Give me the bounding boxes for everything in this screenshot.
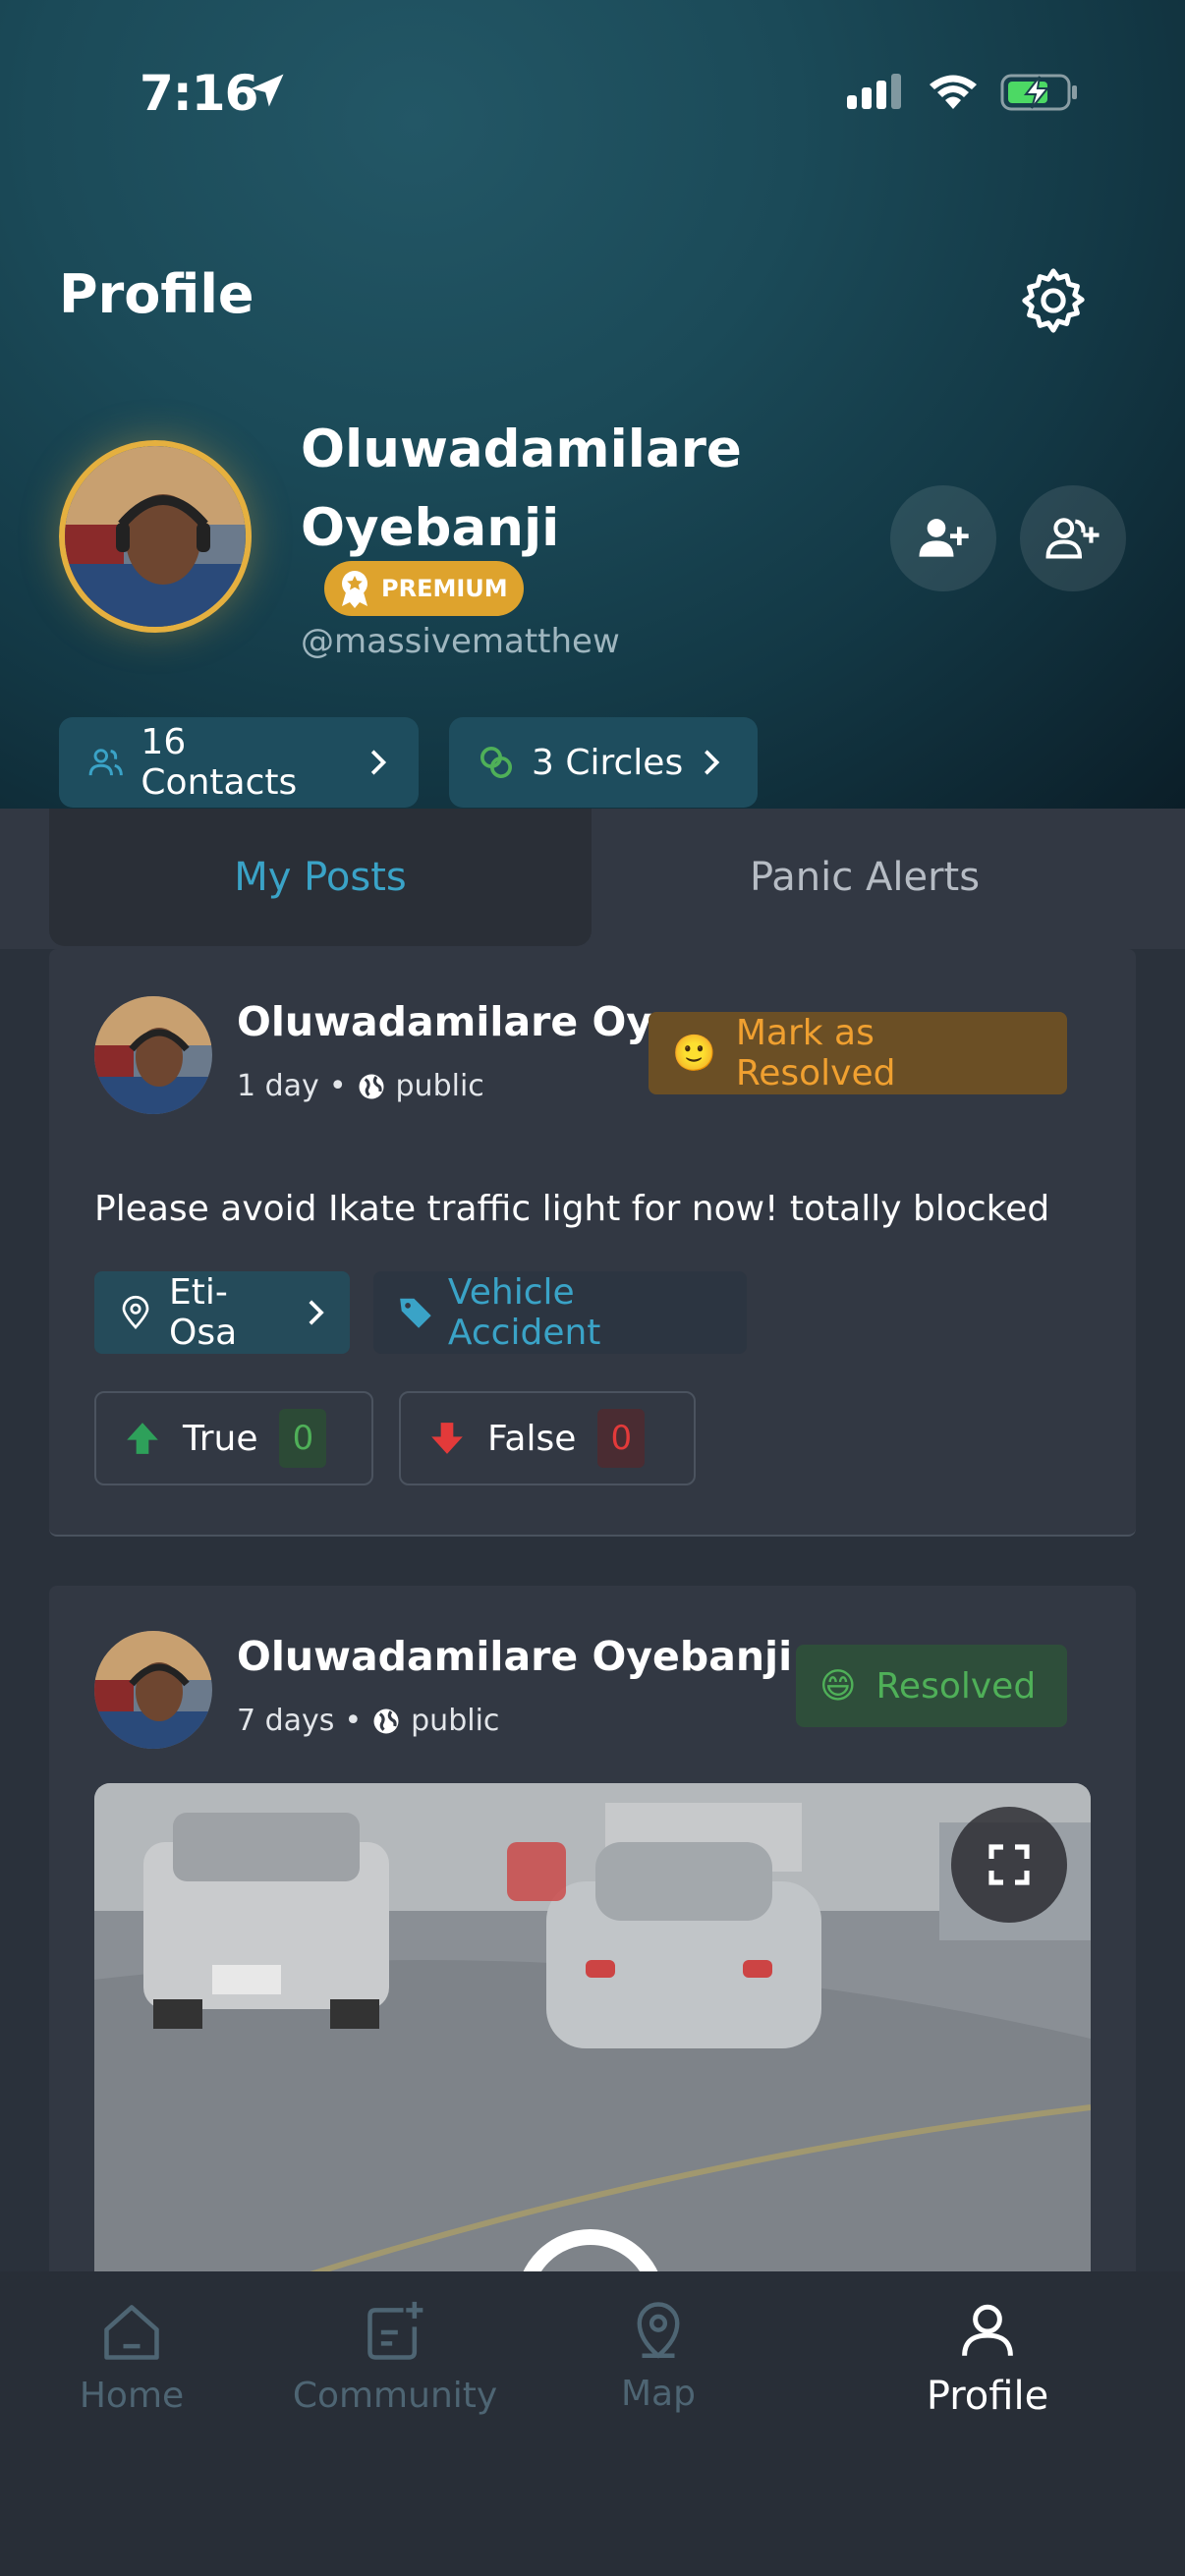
post-card: Oluwadamilare Oy... 1 day • public 🙂 Mar… xyxy=(49,949,1136,1537)
user-name: Oluwadamilare Oyebanji xyxy=(301,420,742,558)
profile-avatar[interactable] xyxy=(59,440,252,633)
add-contact-button[interactable] xyxy=(890,485,996,591)
tab-panic-alerts[interactable]: Panic Alerts xyxy=(593,809,1136,946)
circles-label: 3 Circles xyxy=(532,742,684,783)
post-meta: 1 day • public xyxy=(237,1069,484,1103)
fullscreen-button[interactable] xyxy=(951,1807,1067,1923)
post-text: Please avoid Ikate traffic light for now… xyxy=(94,1189,1050,1229)
add-group-button[interactable] xyxy=(1020,485,1126,591)
meta-dot: • xyxy=(328,1069,347,1103)
nav-profile[interactable]: Profile xyxy=(914,2299,1061,2419)
location-chip[interactable]: Eti-Osa xyxy=(94,1271,350,1354)
post-visibility: public xyxy=(411,1704,500,1738)
resolved-badge: 😄 Resolved xyxy=(796,1645,1067,1727)
vote-true-button[interactable]: True 0 xyxy=(94,1391,373,1485)
chevron-right-icon xyxy=(309,1300,324,1325)
contacts-chip[interactable]: 16 Contacts xyxy=(59,717,419,808)
premium-label: PREMIUM xyxy=(381,575,508,602)
post-video[interactable] xyxy=(94,1783,1091,2274)
home-icon xyxy=(104,2305,159,2360)
category-label: Vehicle Accident xyxy=(447,1272,601,1353)
circles-icon xyxy=(480,747,512,778)
nav-map[interactable]: Map xyxy=(609,2299,707,2414)
resolved-label: Resolved xyxy=(875,1665,1037,1707)
vote-false-label: False xyxy=(487,1418,577,1459)
premium-badge: PREMIUM xyxy=(324,561,524,616)
fullscreen-icon xyxy=(988,1844,1030,1885)
post-time: 7 days xyxy=(237,1704,335,1738)
tag-icon xyxy=(400,1298,431,1328)
contacts-label: 16 Contacts xyxy=(141,722,298,803)
tab-my-posts[interactable]: My Posts xyxy=(49,809,592,946)
post-author-name[interactable]: Oluwadamilare Oy... xyxy=(237,998,695,1045)
vote-true-count: 0 xyxy=(279,1409,327,1468)
post-author-name[interactable]: Oluwadamilare Oyebanji xyxy=(237,1633,792,1680)
profile-header: 7:16 Profile Oluwadamilare Oyebanji PREM… xyxy=(0,0,1185,809)
vote-false-count: 0 xyxy=(597,1409,646,1468)
globe-icon xyxy=(359,1074,384,1098)
battery-charging-icon xyxy=(1000,74,1077,111)
chevron-right-icon xyxy=(705,750,720,775)
nav-map-label: Map xyxy=(621,2374,696,2414)
grin-emoji-icon: 😄 xyxy=(819,1665,857,1707)
vote-false-button[interactable]: False 0 xyxy=(399,1391,696,1485)
chevron-right-icon xyxy=(371,750,387,775)
contacts-icon xyxy=(88,749,123,776)
circles-chip[interactable]: 3 Circles xyxy=(449,717,758,808)
status-icons xyxy=(847,73,1079,112)
car-left xyxy=(143,1813,389,2029)
vote-true-label: True xyxy=(183,1418,258,1459)
nav-home[interactable]: Home xyxy=(79,2299,185,2416)
post-visibility: public xyxy=(395,1069,484,1103)
meta-dot: • xyxy=(344,1704,363,1738)
location-pin-icon xyxy=(122,1295,149,1330)
arrow-down-icon xyxy=(431,1423,463,1454)
map-pin-icon xyxy=(637,2302,680,2359)
wifi-icon xyxy=(930,75,977,109)
person-icon xyxy=(962,2304,1013,2356)
mark-resolved-label: Mark as Resolved xyxy=(735,1013,896,1093)
post-time: 1 day xyxy=(237,1069,319,1103)
add-group-icon xyxy=(1045,518,1100,559)
location-label: Eti-Osa xyxy=(169,1272,238,1353)
globe-icon xyxy=(373,1708,399,1733)
signal-icon xyxy=(847,74,901,109)
nav-community[interactable]: Community xyxy=(293,2299,497,2416)
smile-emoji-icon: 🙂 xyxy=(672,1034,716,1074)
community-post-icon xyxy=(367,2301,423,2360)
post-meta: 7 days • public xyxy=(237,1704,499,1738)
location-arrow-icon xyxy=(251,74,284,107)
page-title: Profile xyxy=(59,263,254,325)
category-chip[interactable]: Vehicle Accident xyxy=(373,1271,747,1354)
nav-community-label: Community xyxy=(292,2376,498,2416)
user-handle: @massivematthew xyxy=(301,622,620,661)
add-person-icon xyxy=(919,519,969,557)
award-ribbon-icon xyxy=(342,571,367,608)
nav-home-label: Home xyxy=(79,2376,185,2416)
nav-profile-label: Profile xyxy=(926,2374,1049,2419)
post-author-avatar[interactable] xyxy=(94,996,212,1114)
post-author-avatar[interactable] xyxy=(94,1631,212,1749)
mark-resolved-button[interactable]: 🙂 Mark as Resolved xyxy=(649,1012,1067,1094)
arrow-up-icon xyxy=(127,1423,158,1454)
settings-gear-icon[interactable] xyxy=(1016,263,1091,338)
status-time: 7:16 xyxy=(140,65,258,122)
